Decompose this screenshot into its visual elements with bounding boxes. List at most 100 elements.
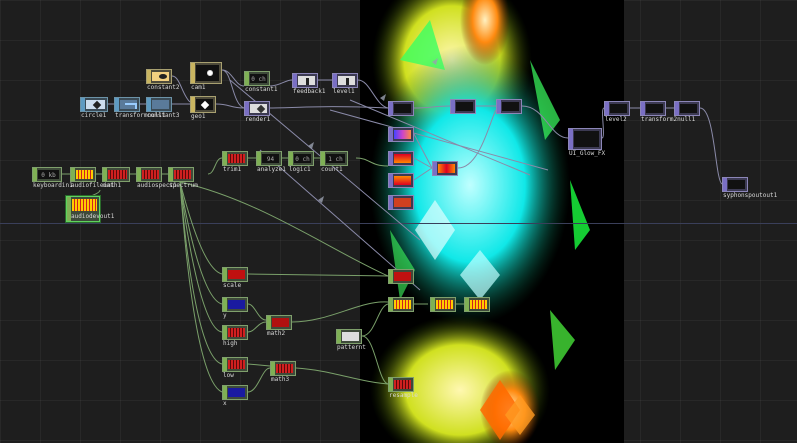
node-label: level2 [605,116,627,123]
node-label: y [223,312,227,319]
node-label: x [223,400,227,407]
chop-node[interactable] [388,297,414,312]
node-label: level1 [333,88,355,95]
top-node[interactable] [388,195,414,210]
patternt-node[interactable]: patternt [336,329,366,351]
node-label: scale [223,282,242,289]
top-node[interactable] [496,99,522,114]
node-info: 0 ch [250,74,267,83]
audiofilein1-node[interactable]: audiofilein1 [70,167,114,189]
waveform-preview [228,154,245,163]
node-info: 1 ch [326,154,345,163]
high-node[interactable]: high [222,325,248,347]
feedback1-node[interactable]: feedback1 [292,73,326,95]
null-node[interactable] [674,101,700,116]
node-label: syphonspoutout1 [723,192,778,199]
value-preview [228,360,245,369]
resample-node[interactable]: resample [388,377,418,399]
node-label: constant1 [245,86,278,93]
node-label: geo1 [191,113,206,120]
top-node[interactable] [388,127,414,142]
node-label: cam1 [191,84,206,91]
cam1-node[interactable]: cam1 [190,62,222,91]
node-label: trim1 [223,166,242,173]
bar-icon [306,78,309,85]
node-label: math2 [267,330,286,337]
level2-node[interactable]: level2 [604,101,630,123]
node-label: count1 [321,166,343,173]
constant3-node[interactable]: constant3 [146,97,180,119]
ui-glow-fx-node[interactable]: UI_Glow_FX [568,128,605,157]
node-label: circle1 [81,112,107,119]
node-label: UI_Glow_FX [569,150,606,157]
node-info: 94 ch [262,154,279,163]
diamond-icon [256,104,266,113]
geometry-icon [200,100,210,110]
camera-preview-icon [204,68,216,78]
transform2null1-node[interactable]: transform2null1 [640,101,695,123]
y-node[interactable]: y [222,297,248,319]
logic1-node[interactable]: 0 ch logic1 [288,151,314,173]
ellipse-icon [159,74,167,79]
spectrum-preview [174,170,191,179]
top-node[interactable] [432,161,458,176]
transformnull1-node[interactable]: transformnull1 [114,97,166,119]
level1-node[interactable]: level1 [332,73,358,95]
top-node[interactable] [388,151,414,166]
network-editor[interactable]: constant2 cam1 0 ch constant1 feedback1 … [0,0,797,443]
node-label: logic1 [289,166,311,173]
value-preview [228,328,245,337]
bar-icon [346,78,349,85]
spectrum-node[interactable]: spectrum [168,167,198,189]
low-node[interactable]: low [222,357,248,379]
node-label: keyboardin1 [33,182,73,189]
spectrum-preview [142,170,159,179]
node-label: constant3 [147,112,180,119]
math1-node[interactable]: math1 [102,167,130,189]
node-info: 0 kb [38,170,59,179]
math3-node[interactable]: math3 [270,361,296,383]
node-label: spectrum [169,182,198,189]
node-label: render1 [245,116,271,123]
node-label: math3 [271,376,290,383]
count1-node[interactable]: 1 ch count1 [320,151,348,173]
render1-node[interactable]: render1 [244,101,270,123]
waveform-preview [72,199,97,211]
node-info: 0 ch [294,154,311,163]
node-label: transform2null1 [641,116,696,123]
diamond-icon [92,100,102,109]
x-node[interactable]: x [222,385,248,407]
node-label: analyze1 [257,166,286,173]
value-preview [276,364,293,373]
audiodevout1-node[interactable]: audiodevout1 [66,196,114,222]
chop-node[interactable] [430,297,456,312]
chop-node[interactable] [388,269,414,284]
analyze1-node[interactable]: 94 ch analyze1 [256,151,286,173]
node-label: feedback1 [293,88,326,95]
node-label: audiodevout1 [71,213,115,220]
top-node[interactable] [450,99,476,114]
node-label: math1 [103,182,122,189]
constant1-node[interactable]: 0 ch constant1 [244,71,278,93]
math2-node[interactable]: math2 [266,315,292,337]
top-node[interactable] [388,101,414,116]
scale-node[interactable]: scale [222,267,248,289]
keyboardin1-node[interactable]: 0 kb keyboardin1 [32,167,73,189]
circle1-node[interactable]: circle1 [80,97,108,119]
node-label: low [223,372,234,379]
node-label: high [223,340,238,347]
geo1-node[interactable]: geo1 [190,96,216,120]
waveform-preview [76,170,93,179]
top-node[interactable] [388,173,414,188]
arrow-icon [125,103,137,109]
waveform-preview [108,170,127,179]
node-label: constant2 [147,84,180,91]
constant2-node[interactable]: constant2 [146,69,180,91]
node-label: resample [389,392,418,399]
audiospect1-node[interactable]: audiospect1 [136,167,177,189]
chop-node[interactable] [464,297,490,312]
node-label: patternt [337,344,366,351]
value-preview [228,270,245,279]
trim1-node[interactable]: trim1 [222,151,248,173]
syphonspoutout1-node[interactable]: syphonspoutout1 [722,177,777,199]
